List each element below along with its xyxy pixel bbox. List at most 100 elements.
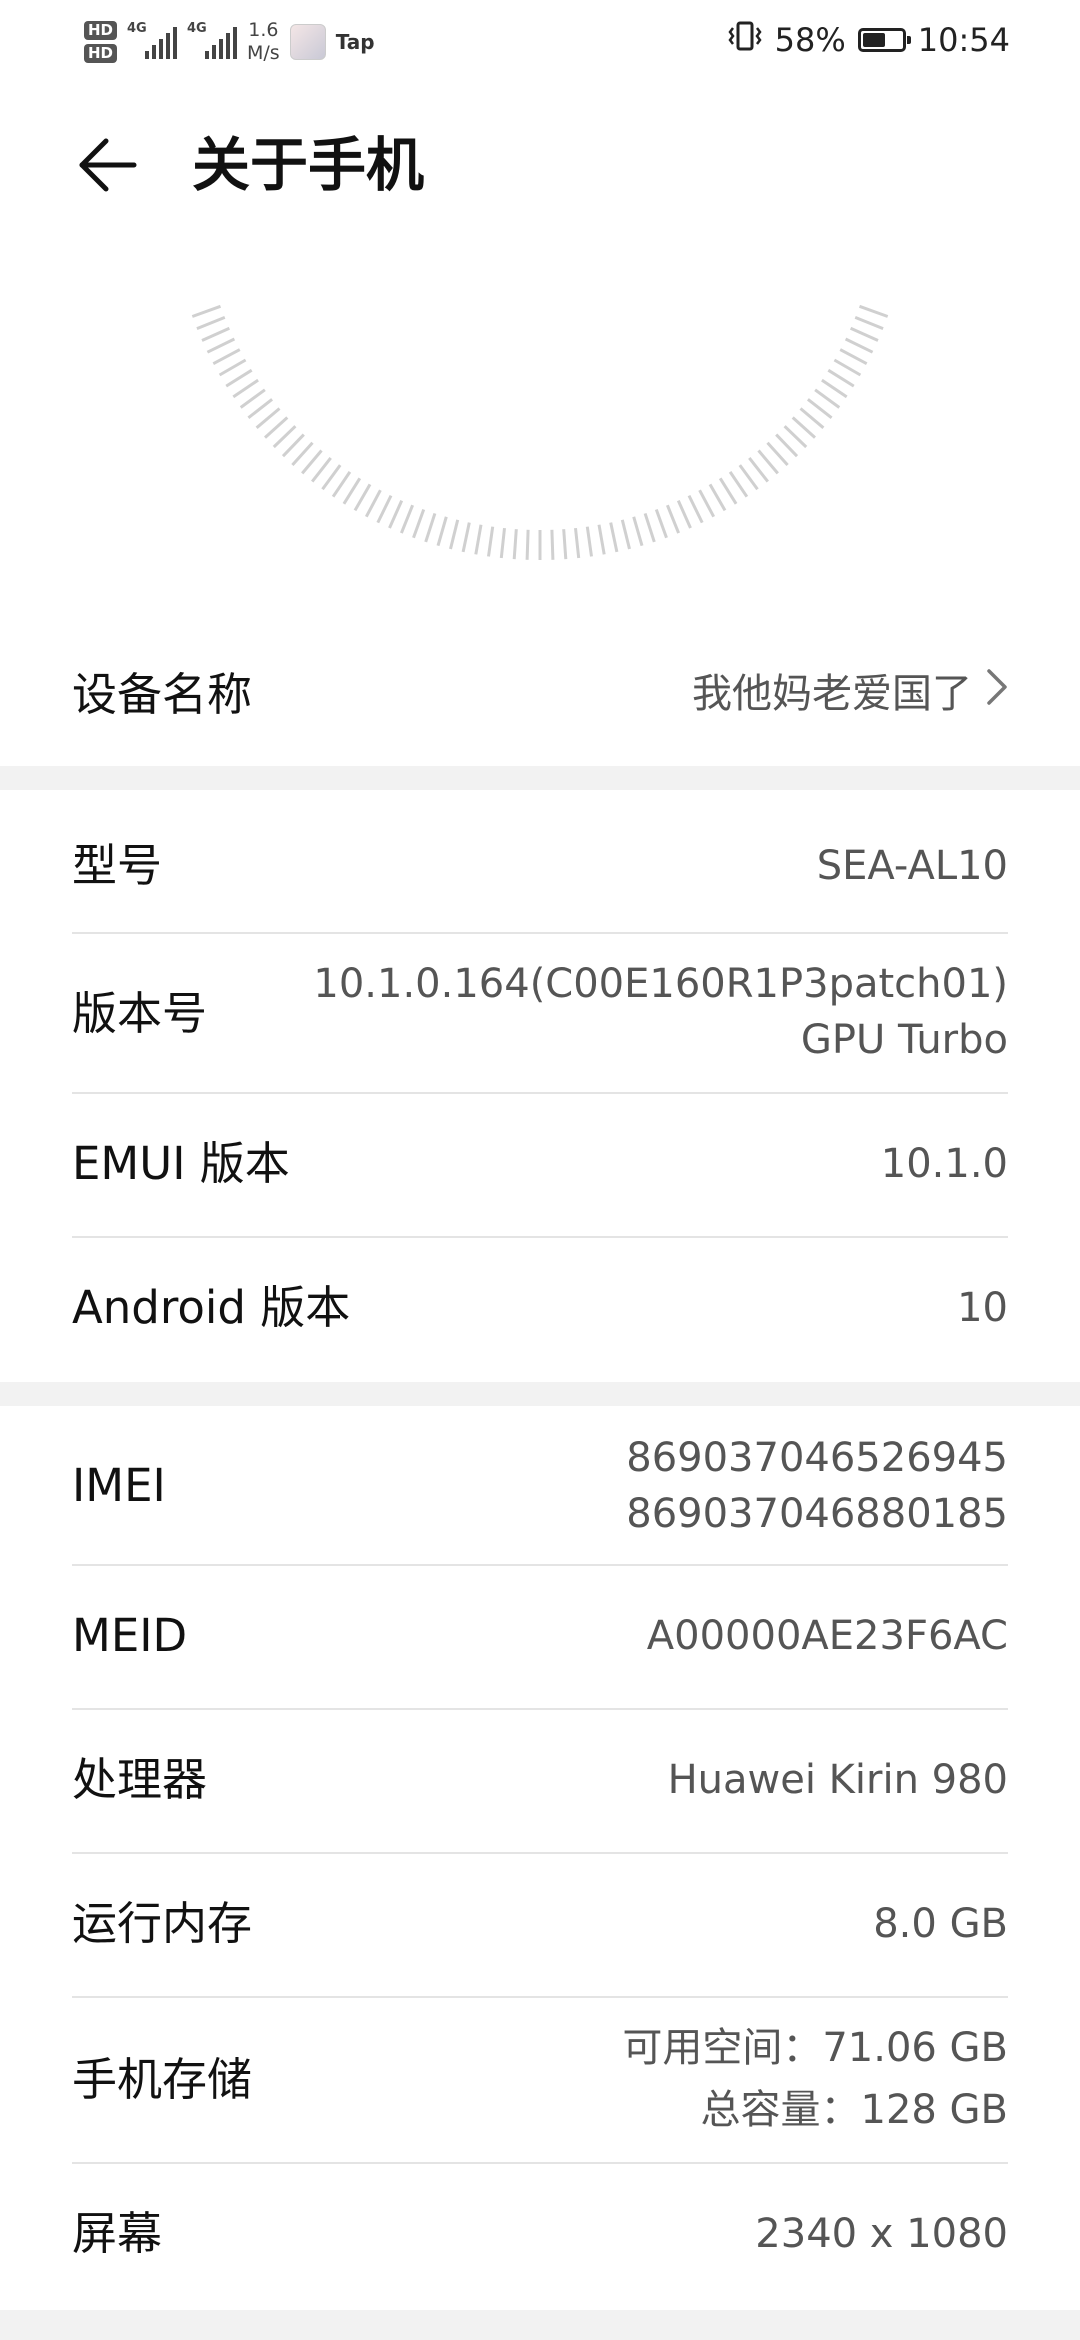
list-item-imei: IMEI 869037046526945 869037046880185 bbox=[72, 1406, 1008, 1564]
dial-tick bbox=[728, 471, 749, 498]
hd-voice-icons: HD HD bbox=[84, 21, 118, 63]
vibrate-icon bbox=[727, 20, 763, 60]
network-type-1: 4G bbox=[127, 21, 147, 36]
dial-tick bbox=[255, 407, 281, 429]
device-name-row[interactable]: 设备名称 我他妈老爱国了 bbox=[72, 650, 1008, 740]
dial-tick bbox=[585, 526, 593, 557]
dial-tick bbox=[833, 358, 862, 377]
emui-version-label: EMUI 版本 bbox=[72, 1137, 290, 1190]
dial-tick bbox=[783, 425, 808, 449]
status-left: HD HD 4G 4G 1.6 M/s Tap bbox=[84, 12, 375, 72]
status-right: 58% 10:54 bbox=[727, 18, 1010, 62]
dial-tick bbox=[291, 441, 314, 467]
dial-tick bbox=[757, 449, 779, 475]
device-name-label: 设备名称 bbox=[72, 668, 253, 721]
dial-tick bbox=[218, 358, 247, 377]
dial-tick bbox=[225, 368, 253, 388]
list-item-ram: 运行内存 8.0 GB bbox=[72, 1854, 1008, 1996]
processor-label: 处理器 bbox=[72, 1753, 208, 1806]
dial-tick bbox=[281, 433, 305, 458]
network-speed-unit: M/s bbox=[247, 42, 280, 64]
list-item-screen: 屏幕 2340 x 1080 bbox=[72, 2164, 1008, 2306]
signal-icon-sim2: 4G bbox=[187, 21, 238, 59]
imei-value-line2: 869037046880185 bbox=[626, 1491, 1008, 1537]
page-title: 关于手机 bbox=[192, 131, 425, 199]
dial-tick bbox=[263, 416, 289, 439]
dial-tick bbox=[718, 477, 738, 505]
dial-tick bbox=[550, 529, 555, 560]
dial-tick bbox=[388, 499, 404, 529]
dial-tick bbox=[436, 516, 448, 547]
network-speed: 1.6 M/s bbox=[247, 19, 280, 65]
list-item-processor: 处理器 Huawei Kirin 980 bbox=[72, 1710, 1008, 1852]
app-notification-icon bbox=[289, 24, 326, 60]
dial-tick bbox=[738, 464, 759, 491]
storage-total: 总容量：128 GB bbox=[700, 2087, 1009, 2133]
app-bar: 关于手机 bbox=[0, 110, 1080, 230]
dial-tick bbox=[525, 529, 530, 560]
dial-tick bbox=[687, 494, 704, 524]
dial-tick bbox=[499, 527, 506, 559]
ram-label: 运行内存 bbox=[72, 1897, 253, 1950]
dial-tick bbox=[643, 512, 656, 543]
dial-tick bbox=[814, 388, 841, 409]
model-label: 型号 bbox=[72, 839, 163, 892]
dial-tick bbox=[854, 316, 884, 330]
dial-tick bbox=[676, 499, 692, 529]
list-item-build-number[interactable]: 版本号 10.1.0.164(C00E160R1P3patch01) GPU T… bbox=[72, 934, 1008, 1092]
dial-tick bbox=[858, 304, 889, 318]
back-arrow-icon[interactable] bbox=[72, 130, 142, 200]
list-item-android-version: Android 版本 10 bbox=[72, 1238, 1008, 1380]
list-item-storage[interactable]: 手机存储 可用空间：71.06 GB 总容量：128 GB bbox=[72, 1998, 1008, 2162]
dial-tick bbox=[461, 522, 471, 553]
dial-tick bbox=[799, 407, 825, 429]
build-number-label: 版本号 bbox=[72, 987, 208, 1040]
dial-tick bbox=[196, 316, 226, 330]
model-value: SEA-AL10 bbox=[816, 843, 1008, 889]
device-name-text: 我他妈老爱国了 bbox=[692, 671, 972, 717]
dial-tick bbox=[412, 508, 426, 539]
dial-tick bbox=[775, 433, 799, 458]
dial-tick bbox=[232, 378, 259, 399]
battery-percent: 58% bbox=[774, 21, 846, 59]
dial-tick bbox=[849, 326, 879, 342]
dial-tick bbox=[342, 477, 362, 505]
build-number-value-line1: 10.1.0.164(C00E160R1P3patch01) bbox=[313, 961, 1008, 1007]
dial-tick bbox=[191, 304, 222, 318]
storage-available: 可用空间：71.06 GB bbox=[622, 2025, 1008, 2071]
hd-voice-icon-2: HD bbox=[84, 44, 118, 63]
chevron-right-icon bbox=[986, 665, 1008, 721]
signal-icon-sim1: 4G bbox=[127, 21, 178, 59]
dial-tick bbox=[331, 471, 352, 498]
dial-tick bbox=[821, 378, 848, 399]
dial-tick bbox=[321, 464, 342, 491]
screen-value: 2340 x 1080 bbox=[755, 2211, 1008, 2257]
meid-label: MEID bbox=[72, 1609, 188, 1662]
dial-tick bbox=[311, 456, 332, 483]
ram-value: 8.0 GB bbox=[873, 1901, 1008, 1947]
decorative-dial-graphic bbox=[0, 220, 1080, 560]
dial-tick bbox=[212, 348, 241, 366]
dial-tick bbox=[597, 524, 606, 555]
dial-tick bbox=[654, 508, 668, 539]
dial-tick bbox=[424, 512, 437, 543]
section-gap-1 bbox=[0, 766, 1080, 790]
dial-tick bbox=[620, 519, 631, 550]
dial-tick bbox=[201, 326, 231, 342]
clock: 10:54 bbox=[917, 21, 1010, 59]
app-notification-label: Tap bbox=[335, 30, 375, 54]
android-version-value: 10 bbox=[957, 1285, 1008, 1331]
hd-voice-icon-1: HD bbox=[84, 21, 118, 40]
processor-value: Huawei Kirin 980 bbox=[667, 1757, 1008, 1803]
dial-tick bbox=[574, 527, 581, 559]
dial-tick bbox=[301, 449, 323, 475]
dial-tick bbox=[272, 425, 297, 449]
dial-tick bbox=[666, 504, 680, 534]
dial-tick bbox=[708, 483, 727, 512]
meid-value: A00000AE23F6AC bbox=[646, 1613, 1008, 1659]
dial-tick bbox=[791, 416, 817, 439]
imei-value-line1: 869037046526945 bbox=[626, 1435, 1008, 1481]
dial-tick bbox=[698, 489, 716, 518]
dial-tick bbox=[839, 348, 868, 366]
dial-tick bbox=[766, 441, 789, 467]
